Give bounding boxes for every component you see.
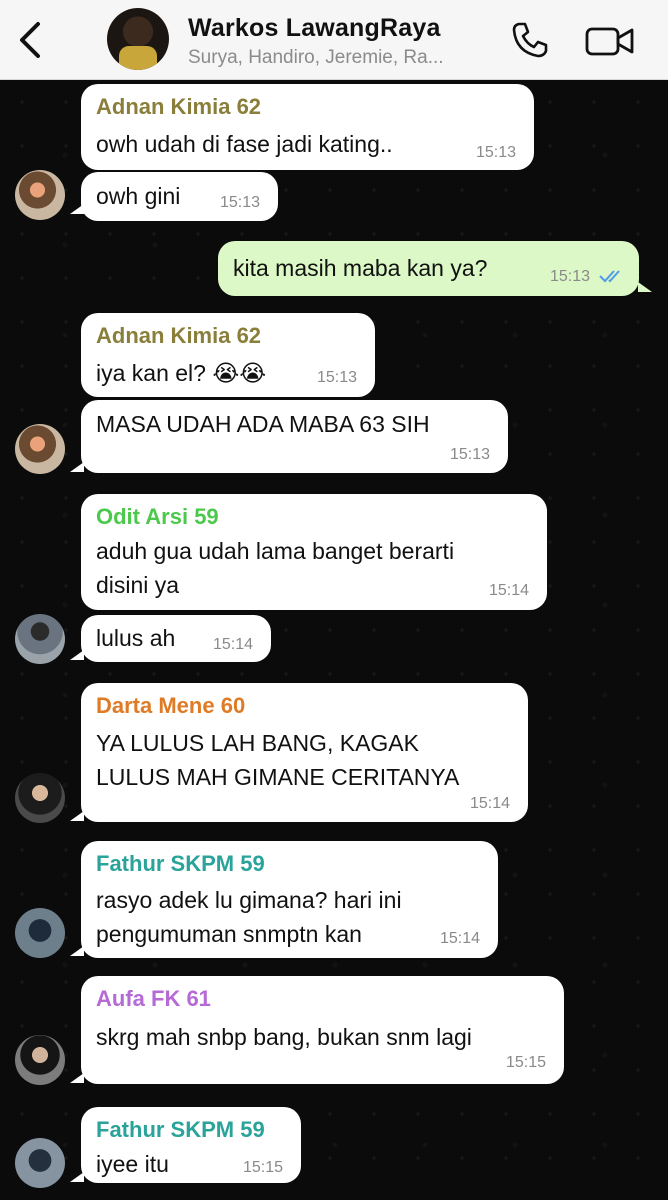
sender-name[interactable]: Odit Arsi 59 [96,504,219,530]
message-time: 15:13 [550,268,591,285]
message-time: 15:15 [242,1159,283,1176]
message-time: 15:14 [469,795,510,812]
sender-name[interactable]: Darta Mene 60 [96,693,245,719]
group-avatar[interactable] [107,8,169,70]
message-time: 15:13 [219,194,260,211]
avatar[interactable] [15,908,65,958]
sender-name[interactable]: Fathur SKPM 59 [96,1117,265,1143]
avatar[interactable] [15,773,65,823]
message-bubble[interactable]: owh gini 15:13 [81,172,278,221]
message-bubble[interactable]: Adnan Kimia 62 owh udah di fase jadi kat… [81,84,534,170]
message-bubble[interactable]: Fathur SKPM 59 iyee itu 15:15 [81,1107,301,1183]
message-text: aduh gua udah lama banget berarti disini… [96,538,455,598]
message-time: 15:14 [212,636,253,653]
message-bubble[interactable]: MASA UDAH ADA MABA 63 SIH 15:13 [81,400,508,473]
message-text: lulus ah [96,625,176,651]
message-text: YA LULUS LAH BANG, KAGAK LULUS MAH GIMAN… [96,730,460,790]
message-list[interactable]: Adnan Kimia 62 owh udah di fase jadi kat… [0,80,668,1200]
outgoing-message-bubble[interactable]: kita masih maba kan ya? 15:13 [218,241,639,296]
avatar[interactable] [15,1138,65,1188]
message-bubble[interactable]: lulus ah 15:14 [81,615,271,662]
message-text: iyee itu [96,1151,169,1177]
bubble-tail [638,282,652,292]
message-text: owh udah di fase jadi kating.. [96,131,393,157]
message-time: 15:14 [488,582,529,599]
double-check-icon [599,270,620,283]
avatar[interactable] [15,614,65,664]
group-members[interactable]: Surya, Handiro, Jeremie, Ra... [188,47,444,69]
message-bubble[interactable]: Odit Arsi 59 aduh gua udah lama banget b… [81,494,547,610]
message-text: owh gini [96,183,181,209]
video-camera-icon[interactable] [584,24,636,58]
chevron-left-icon[interactable] [10,18,50,62]
avatar[interactable] [15,170,65,220]
chat-header: Warkos LawangRaya Surya, Handiro, Jeremi… [0,0,668,80]
message-time: 15:14 [439,930,480,947]
message-text: MASA UDAH ADA MABA 63 SIH [96,411,430,437]
sender-name[interactable]: Adnan Kimia 62 [96,323,261,349]
sender-name[interactable]: Fathur SKPM 59 [96,851,265,877]
message-bubble[interactable]: Aufa FK 61 skrg mah snbp bang, bukan snm… [81,976,564,1084]
group-title[interactable]: Warkos LawangRaya [188,14,441,43]
message-time: 15:13 [475,144,516,161]
avatar[interactable] [15,424,65,474]
message-bubble[interactable]: Darta Mene 60 YA LULUS LAH BANG, KAGAK L… [81,683,528,822]
message-time: 15:13 [316,369,357,386]
message-time: 15:15 [505,1054,546,1071]
message-text: rasyo adek lu gimana? hari ini pengumuma… [96,887,402,947]
message-text: iya kan el? 😭😭 [96,360,267,386]
avatar[interactable] [15,1035,65,1085]
message-bubble[interactable]: Fathur SKPM 59 rasyo adek lu gimana? har… [81,841,498,958]
message-text: kita masih maba kan ya? [233,255,488,281]
sender-name[interactable]: Aufa FK 61 [96,986,211,1012]
sender-name[interactable]: Adnan Kimia 62 [96,94,261,120]
message-time: 15:13 [449,446,490,463]
message-text: skrg mah snbp bang, bukan snm lagi [96,1024,472,1050]
message-bubble[interactable]: Adnan Kimia 62 iya kan el? 😭😭 15:13 [81,313,375,397]
phone-icon[interactable] [510,20,550,60]
